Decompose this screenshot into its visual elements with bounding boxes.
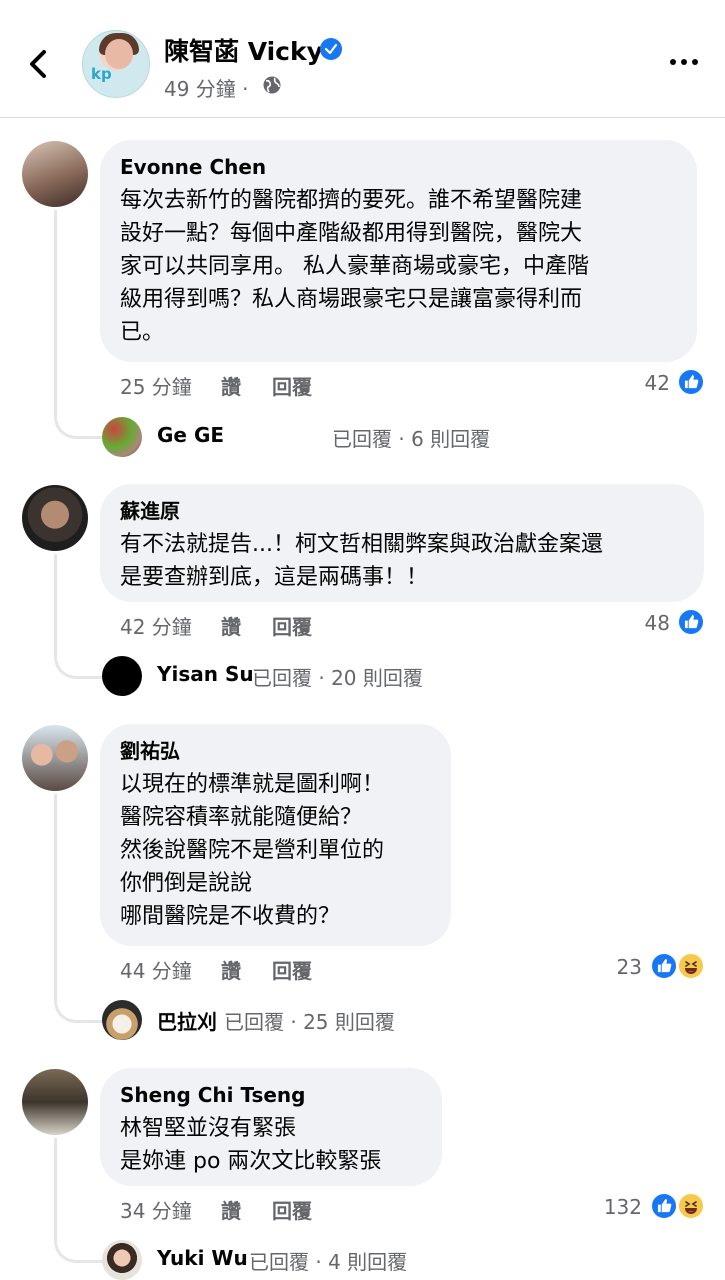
commenter-avatar[interactable] <box>22 141 88 207</box>
reply-summary: 已回覆 · 20 則回覆 <box>252 666 423 690</box>
like-reaction-icon <box>650 952 678 980</box>
like-button[interactable]: 讚 <box>221 611 241 640</box>
comment-bubble[interactable]: Evonne Chen 每次去新竹的醫院都擠的要死。誰不希望醫院建 設好一點？每… <box>100 140 697 362</box>
reply-summary: 已回覆 · 6 則回覆 <box>332 427 491 451</box>
comment-author[interactable]: Evonne Chen <box>120 154 677 180</box>
reply-summary: 已回覆 · 25 則回覆 <box>224 1010 395 1034</box>
verified-icon <box>320 38 342 60</box>
haha-reaction-icon <box>677 952 705 980</box>
comment-time[interactable]: 34 分鐘 <box>120 1195 192 1224</box>
like-button[interactable]: 讚 <box>221 371 241 400</box>
reaction-count[interactable]: 48 <box>610 611 670 635</box>
comment-time[interactable]: 25 分鐘 <box>120 371 192 400</box>
globe-icon <box>263 76 281 94</box>
like-button[interactable]: 讚 <box>221 1195 241 1224</box>
post-time[interactable]: 49 分鐘 · <box>164 73 249 102</box>
reply-button[interactable]: 回覆 <box>272 371 312 400</box>
reply-button[interactable]: 回覆 <box>272 955 312 984</box>
commenter-avatar[interactable] <box>22 485 88 551</box>
reply-author: 巴拉刈 <box>157 1010 217 1034</box>
reply-avatar <box>102 1240 142 1280</box>
commenter-avatar[interactable] <box>22 1069 88 1135</box>
post-time-label: 49 分鐘 <box>164 77 236 101</box>
back-button[interactable] <box>22 44 58 84</box>
reply-author: Ge GE <box>157 423 225 447</box>
comment-bubble[interactable]: 蘇進原 有不法就提告...！柯文哲相關弊案與政治獻金案還 是要查辦到底，這是兩碼… <box>100 484 704 602</box>
page-avatar[interactable]: kp <box>82 30 150 98</box>
post-header: kp 陳智菡 Vicky 49 分鐘 · <box>0 0 725 118</box>
reply-summary: 已回覆 · 4 則回覆 <box>249 1250 408 1274</box>
like-reaction-icon <box>677 368 705 396</box>
like-reaction-icon <box>677 608 705 636</box>
comment-text: 以現在的標準就是圖利啊！ 醫院容積率就能隨便給？ 然後說醫院不是營利單位的 你們… <box>120 772 385 929</box>
reply-button[interactable]: 回覆 <box>272 1195 312 1224</box>
comment-time[interactable]: 44 分鐘 <box>120 955 192 984</box>
reply-avatar <box>102 417 142 457</box>
thread-line <box>54 794 105 1023</box>
thread-line <box>54 554 105 679</box>
reply-avatar <box>102 656 142 696</box>
back-icon <box>30 50 46 78</box>
comment-text: 林智堅並沒有緊張 是妳連 po 兩次文比較緊張 <box>120 1116 382 1174</box>
reply-button[interactable]: 回覆 <box>272 611 312 640</box>
comment-text: 有不法就提告...！柯文哲相關弊案與政治獻金案還 是要查辦到底，這是兩碼事！！ <box>120 532 603 590</box>
thread-line <box>54 210 105 439</box>
like-reaction-icon <box>650 1192 678 1220</box>
comment-bubble[interactable]: 劉祐弘 以現在的標準就是圖利啊！ 醫院容積率就能隨便給？ 然後說醫院不是營利單位… <box>100 724 451 946</box>
comment-bubble[interactable]: Sheng Chi Tseng 林智堅並沒有緊張 是妳連 po 兩次文比較緊張 <box>100 1068 442 1186</box>
separator: · <box>242 77 249 101</box>
like-button[interactable]: 讚 <box>221 955 241 984</box>
more-options-button[interactable] <box>668 50 700 74</box>
reply-author: Yisan Su <box>157 662 254 686</box>
comment-author[interactable]: 劉祐弘 <box>120 738 431 764</box>
haha-reaction-icon <box>677 1192 705 1220</box>
reaction-count[interactable]: 132 <box>580 1195 642 1219</box>
reply-author: Yuki Wu <box>157 1246 248 1270</box>
comment-text: 每次去新竹的醫院都擠的要死。誰不希望醫院建 設好一點？每個中產階級都用得到醫院，… <box>120 188 589 345</box>
reaction-count[interactable]: 23 <box>585 955 642 979</box>
comment-time[interactable]: 42 分鐘 <box>120 611 192 640</box>
comment-author[interactable]: 蘇進原 <box>120 498 684 524</box>
comment-author[interactable]: Sheng Chi Tseng <box>120 1082 422 1108</box>
reaction-count[interactable]: 42 <box>610 371 670 395</box>
thread-line <box>54 1138 105 1263</box>
reply-avatar <box>102 1000 142 1040</box>
page-name[interactable]: 陳智菡 Vicky <box>164 32 323 68</box>
commenter-avatar[interactable] <box>22 725 88 791</box>
